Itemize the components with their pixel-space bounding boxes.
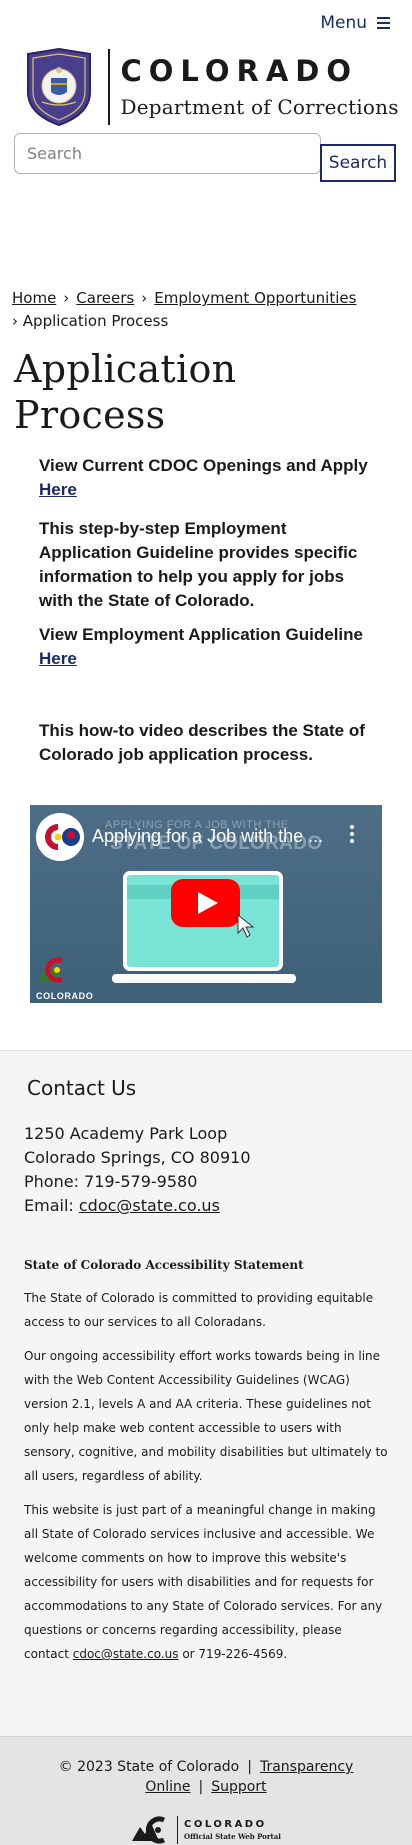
contact-heading: Contact Us bbox=[27, 1076, 137, 1100]
footer-links: © 2023 State of Colorado | Transparency On… bbox=[0, 1757, 412, 1797]
search-input[interactable] bbox=[14, 133, 321, 174]
contact-phone: Phone: 719-579-9580 bbox=[24, 1172, 198, 1191]
video-intro-text: This how-to video describes the State of… bbox=[39, 721, 365, 764]
brand-department: Department of Corrections bbox=[120, 95, 399, 119]
colorado-portal-icon bbox=[132, 1816, 166, 1844]
openings-paragraph: View Current CDOC Openings and Apply Her… bbox=[39, 454, 373, 502]
footer-logo-line2: Official State Web Portal bbox=[184, 1832, 281, 1841]
brand-divider bbox=[108, 49, 110, 125]
search-bar: Search bbox=[0, 133, 412, 203]
openings-text: View Current CDOC Openings and Apply bbox=[39, 456, 368, 475]
chevron-right-icon: › bbox=[12, 312, 18, 330]
top-bar: Menu bbox=[0, 0, 412, 46]
cdoc-seal-icon bbox=[27, 48, 91, 126]
main-content: View Current CDOC Openings and Apply Her… bbox=[0, 454, 412, 767]
accessibility-p3-tail: or 719-226-4569. bbox=[178, 1647, 288, 1661]
hamburger-icon bbox=[377, 17, 390, 29]
email-label: Email: bbox=[24, 1196, 79, 1215]
chevron-right-icon: › bbox=[63, 289, 70, 307]
contact-address: 1250 Academy Park Loop Colorado Springs,… bbox=[24, 1122, 388, 1218]
site-footer: © 2023 State of Colorado | Transparency On… bbox=[0, 1736, 412, 1845]
breadcrumb-current: Application Process bbox=[22, 312, 169, 330]
play-button-icon[interactable] bbox=[171, 879, 240, 927]
breadcrumb-home[interactable]: Home bbox=[12, 289, 56, 307]
more-options-icon[interactable] bbox=[350, 825, 354, 843]
channel-avatar-icon[interactable] bbox=[36, 813, 84, 861]
search-button[interactable]: Search bbox=[320, 144, 396, 182]
address-line2: Colorado Springs, CO 80910 bbox=[24, 1148, 251, 1167]
accessibility-p3-text: This website is just part of a meaningfu… bbox=[24, 1503, 383, 1661]
menu-label: Menu bbox=[320, 13, 367, 33]
address-line1: 1250 Academy Park Loop bbox=[24, 1124, 228, 1143]
colorado-c-icon bbox=[38, 957, 64, 983]
accessibility-statement: State of Colorado Accessibility Statemen… bbox=[24, 1256, 388, 1666]
cursor-icon bbox=[237, 913, 255, 938]
footer-separator: | bbox=[247, 1759, 252, 1775]
accessibility-title: State of Colorado Accessibility Statemen… bbox=[24, 1258, 304, 1272]
video-title[interactable]: Applying for a Job with the ... bbox=[92, 826, 323, 847]
guideline-paragraph: View Employment Application Guideline He… bbox=[39, 623, 373, 671]
accessibility-email-link[interactable]: cdoc@state.co.us bbox=[73, 1647, 179, 1661]
footer-logo-text: COLORADO Official State Web Portal bbox=[184, 1819, 281, 1841]
contact-section: Contact Us 1250 Academy Park Loop Colora… bbox=[0, 1050, 412, 1736]
accessibility-paragraph-1: The State of Colorado is committed to pr… bbox=[24, 1291, 374, 1329]
chevron-right-icon: › bbox=[141, 289, 148, 307]
footer-logo-divider bbox=[177, 1816, 179, 1844]
guideline-here-link[interactable]: Here bbox=[39, 647, 77, 671]
brand-state: COLORADO bbox=[120, 54, 359, 88]
colorado-video-logo: COLORADO bbox=[36, 955, 93, 1001]
brand-logo[interactable]: COLORADO Department of Corrections bbox=[0, 46, 412, 128]
breadcrumb-employment-opportunities[interactable]: Employment Opportunities bbox=[154, 289, 356, 307]
footer-logo-line1: COLORADO bbox=[184, 1819, 267, 1830]
copyright: © 2023 State of Colorado bbox=[58, 1759, 240, 1775]
accessibility-paragraph-2: Our ongoing accessibility effort works t… bbox=[24, 1349, 388, 1483]
page-title: Application Process bbox=[14, 347, 237, 437]
footer-separator: | bbox=[198, 1779, 204, 1795]
accessibility-paragraph-3: This website is just part of a meaningfu… bbox=[24, 1498, 388, 1666]
contact-email-row: Email: cdoc@state.co.us bbox=[24, 1194, 388, 1218]
colorado-portal-logo[interactable]: COLORADO Official State Web Portal bbox=[0, 1815, 412, 1845]
breadcrumb-careers[interactable]: Careers bbox=[76, 289, 134, 307]
guideline-description: This step-by-step Employment Application… bbox=[39, 519, 358, 610]
menu-button[interactable]: Menu bbox=[320, 13, 390, 33]
contact-email-link[interactable]: cdoc@state.co.us bbox=[79, 1196, 220, 1215]
openings-here-link[interactable]: Here bbox=[39, 478, 77, 502]
laptop-base bbox=[112, 974, 296, 983]
breadcrumb: Home › Careers › Employment Opportunities › … bbox=[0, 287, 412, 333]
video-logo-label: COLORADO bbox=[36, 991, 94, 1001]
support-link[interactable]: Support bbox=[211, 1779, 266, 1795]
youtube-video-embed[interactable]: APPLYING FOR A JOB WITH THE STATE OF COL… bbox=[30, 805, 382, 1003]
site-header: Menu COLORADO Department of Corrections … bbox=[0, 0, 412, 203]
brand-text: COLORADO Department of Corrections bbox=[121, 54, 399, 120]
guideline-text: View Employment Application Guideline bbox=[39, 625, 363, 644]
